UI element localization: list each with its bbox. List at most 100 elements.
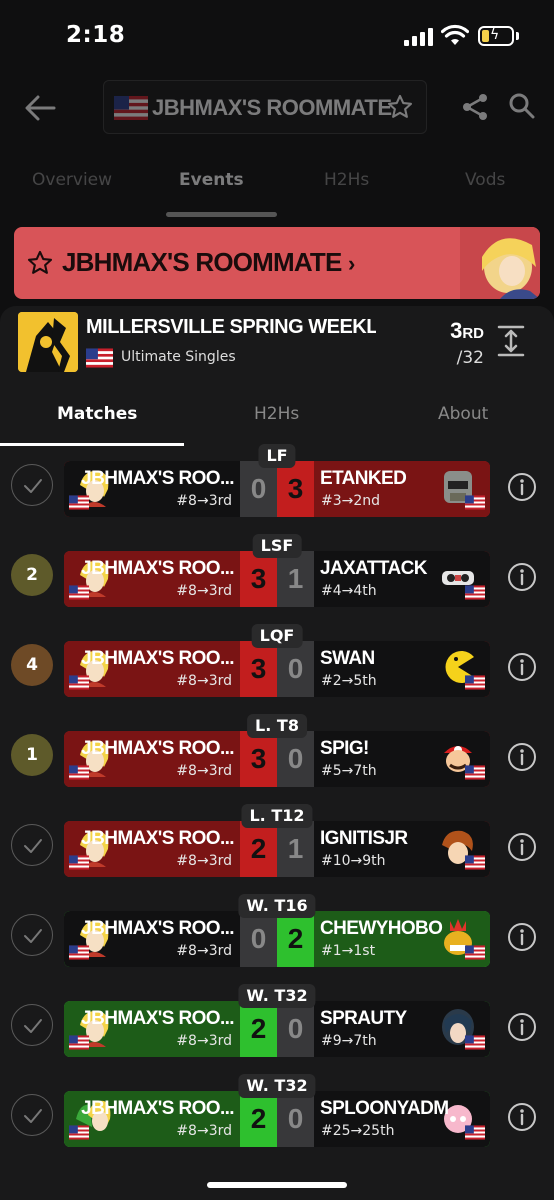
player1-name: JBHMAX'S ROO... [81, 738, 234, 759]
player2-name: SWAN [320, 648, 375, 669]
player2-seed: #4→4th [321, 583, 377, 599]
info-icon[interactable] [507, 1102, 537, 1136]
player2-seed: #9→7th [321, 1033, 377, 1049]
player2-side[interactable]: IGNITISJR #10→9th [314, 821, 490, 877]
active-tab-indicator [166, 212, 277, 217]
player1-side[interactable]: JBHMAX'S ROO... #8→3rd [64, 461, 240, 517]
us-flag-icon [465, 495, 485, 514]
info-icon[interactable] [507, 652, 537, 686]
player1-side[interactable]: JBHMAX'S ROO... #8→3rd [64, 911, 240, 967]
match-card[interactable]: JBHMAX'S ROO... #8→3rd 2 0 SPRAUTY #9→7t… [64, 1001, 490, 1057]
player2-side[interactable]: JAXATTACK #4→4th [314, 551, 490, 607]
home-indicator[interactable] [207, 1182, 347, 1188]
player2-side[interactable]: CHEWYHOBO #1→1st [314, 911, 490, 967]
us-flag-icon [69, 765, 89, 784]
match-row[interactable]: 1 L. T8 JBHMAX'S ROO... #8→3rd 3 0 SPIG!… [0, 714, 554, 794]
match-row[interactable]: L. T12 JBHMAX'S ROO... #8→3rd 2 1 IGNITI… [0, 804, 554, 884]
info-icon[interactable] [507, 922, 537, 956]
player1-name: JBHMAX'S ROO... [81, 1008, 234, 1029]
match-card[interactable]: JBHMAX'S ROO... #8→3rd 3 1 JAXATTACK #4→… [64, 551, 490, 607]
match-row[interactable]: 4 LQF JBHMAX'S ROO... #8→3rd 3 0 SWAN #2… [0, 624, 554, 704]
player1-name: JBHMAX'S ROO... [81, 1098, 234, 1119]
match-card[interactable]: JBHMAX'S ROO... #8→3rd 0 2 CHEWYHOBO #1→… [64, 911, 490, 967]
player1-seed: #8→3rd [176, 763, 232, 779]
info-icon[interactable] [507, 832, 537, 866]
info-icon[interactable] [507, 1012, 537, 1046]
player2-score: 1 [277, 821, 314, 877]
event-subtitle: Ultimate Singles [121, 349, 236, 365]
tab-h2hs[interactable]: H2Hs [254, 404, 299, 424]
battery-tip [516, 32, 519, 40]
match-row[interactable]: 2 LSF JBHMAX'S ROO... #8→3rd 3 1 JAXATTA… [0, 534, 554, 614]
match-round-label: LSF [252, 534, 302, 558]
tab-events[interactable]: Events [179, 170, 244, 190]
player1-score: 0 [240, 911, 277, 967]
player2-name: JAXATTACK [320, 558, 427, 579]
match-card[interactable]: JBHMAX'S ROO... #8→3rd 0 3 ETANKED #3→2n… [64, 461, 490, 517]
player-banner[interactable]: JBHMAX'S ROOMMATE › [14, 227, 540, 299]
tab-overview[interactable]: Overview [32, 170, 112, 190]
info-icon[interactable] [507, 562, 537, 596]
favorite-star-icon[interactable] [386, 93, 414, 121]
match-round-label: L. T12 [241, 804, 313, 828]
expand-icon[interactable] [496, 324, 526, 358]
player1-side[interactable]: JBHMAX'S ROO... #8→3rd [64, 731, 240, 787]
us-flag-icon [69, 1125, 89, 1144]
player1-side[interactable]: JBHMAX'S ROO... #8→3rd [64, 821, 240, 877]
wifi-icon [441, 24, 469, 45]
player1-side[interactable]: JBHMAX'S ROO... #8→3rd [64, 641, 240, 697]
search-icon[interactable] [508, 92, 536, 120]
us-flag-icon [465, 675, 485, 694]
player2-side[interactable]: SWAN #2→5th [314, 641, 490, 697]
share-icon[interactable] [460, 92, 490, 122]
match-card[interactable]: JBHMAX'S ROO... #8→3rd 3 0 SPIG! #5→7th [64, 731, 490, 787]
match-round-label: L. T8 [247, 714, 307, 738]
match-card[interactable]: JBHMAX'S ROO... #8→3rd 3 0 SWAN #2→5th [64, 641, 490, 697]
player2-side[interactable]: ETANKED #3→2nd [314, 461, 490, 517]
player2-name: SPIG! [320, 738, 369, 759]
us-flag-icon [69, 495, 89, 514]
favorite-star-icon[interactable] [26, 249, 54, 277]
event-title[interactable]: MILLERSVILLE SPRING WEEKLY 202... [86, 316, 376, 339]
tab-h2hs[interactable]: H2Hs [324, 170, 369, 190]
match-row[interactable]: W. T32 JBHMAX'S ROO... #8→3rd 2 0 SPLOON… [0, 1074, 554, 1154]
us-flag-icon [69, 855, 89, 874]
player2-name: IGNITISJR [320, 828, 408, 849]
player1-score: 2 [240, 1001, 277, 1057]
us-flag-icon [69, 1035, 89, 1054]
event-placement: 3RD [450, 318, 484, 343]
player1-side[interactable]: JBHMAX'S ROO... #8→3rd [64, 551, 240, 607]
player2-side[interactable]: SPRAUTY #9→7th [314, 1001, 490, 1057]
player-title: JBHMAX'S ROOMMATE [152, 95, 392, 120]
match-set-count-badge: 4 [11, 644, 53, 686]
match-card[interactable]: JBHMAX'S ROO... #8→3rd 2 1 IGNITISJR #10… [64, 821, 490, 877]
us-flag-icon [465, 1125, 485, 1144]
player2-name: SPRAUTY [320, 1008, 407, 1029]
match-row[interactable]: LF JBHMAX'S ROO... #8→3rd 0 3 ETANKED #3… [0, 444, 554, 524]
info-icon[interactable] [507, 472, 537, 506]
player1-seed: #8→3rd [176, 583, 232, 599]
cellular-signal-icon [404, 28, 434, 46]
back-arrow-icon[interactable] [22, 90, 58, 126]
tab-vods[interactable]: Vods [465, 170, 505, 190]
match-row[interactable]: W. T32 JBHMAX'S ROO... #8→3rd 2 0 SPRAUT… [0, 984, 554, 1064]
info-icon[interactable] [507, 742, 537, 776]
player2-side[interactable]: SPIG! #5→7th [314, 731, 490, 787]
player1-name: JBHMAX'S ROO... [81, 828, 234, 849]
player1-side[interactable]: JBHMAX'S ROO... #8→3rd [64, 1001, 240, 1057]
match-card[interactable]: JBHMAX'S ROO... #8→3rd 2 0 SPLOONYADM #2… [64, 1091, 490, 1147]
player-title-box[interactable]: JBHMAX'S ROOMMATE [103, 80, 427, 134]
match-row[interactable]: W. T16 JBHMAX'S ROO... #8→3rd 0 2 CHEWYH… [0, 894, 554, 974]
player2-seed: #5→7th [321, 763, 377, 779]
player2-side[interactable]: SPLOONYADM #25→25th [314, 1091, 490, 1147]
status-time: 2:18 [66, 22, 126, 48]
player1-side[interactable]: JBHMAX'S ROO... #8→3rd [64, 1091, 240, 1147]
player1-score: 2 [240, 1091, 277, 1147]
tab-matches[interactable]: Matches [57, 404, 137, 424]
player2-seed: #3→2nd [321, 493, 381, 509]
tab-about[interactable]: About [438, 404, 488, 424]
player2-score: 0 [277, 641, 314, 697]
player1-seed: #8→3rd [176, 943, 232, 959]
match-round-label: LQF [251, 624, 303, 648]
us-flag-icon [114, 96, 148, 120]
